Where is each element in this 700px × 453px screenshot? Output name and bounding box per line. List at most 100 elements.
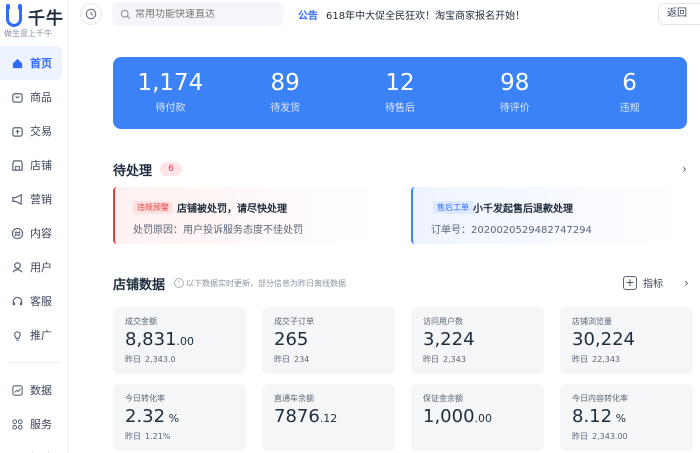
metric-value: 7876.12	[274, 407, 383, 429]
metrics-button[interactable]: + 指标	[623, 275, 663, 290]
stat-pending-aftersale[interactable]: 12 待售后	[343, 57, 458, 129]
sidebar-item-label: 交易	[30, 125, 52, 138]
yesterday-label: 昨日	[572, 355, 588, 364]
metric-value-dec: .12	[319, 412, 338, 425]
search-box[interactable]	[112, 2, 284, 26]
metric-value-int: 2.32	[125, 406, 166, 427]
metric-title: 成交金额	[125, 317, 157, 326]
stat-value: 12	[385, 70, 415, 96]
stat-value: 98	[500, 70, 530, 96]
sidebar-item-label: 内容	[30, 227, 52, 240]
sidebar-item-label: 营销	[30, 193, 52, 206]
stat-pending-payment[interactable]: 1,174 待付款	[113, 57, 228, 129]
metric-card-visitors[interactable]: 访问用户数 3,224 昨日 2,343	[411, 307, 544, 374]
metric-yesterday: 昨日 2,343.0	[125, 354, 234, 365]
sidebar-item-services[interactable]: 服务	[0, 407, 68, 441]
sidebar-item-label: 服务	[30, 418, 52, 431]
metric-value-int: 30,224	[572, 329, 635, 350]
metric-title: 访问用户数	[423, 317, 463, 326]
pending-count-badge: 6	[160, 162, 182, 176]
metric-card-gmv[interactable]: 成交金额 8,831.00 昨日 2,343.0	[113, 307, 246, 374]
metric-value-int: 1,000	[423, 406, 475, 427]
stat-value: 89	[270, 70, 300, 96]
metric-value-int: 3,224	[423, 329, 475, 350]
metric-yesterday: 昨日 2,343	[423, 354, 532, 365]
brand-slogan: 做生意上千牛	[4, 29, 52, 38]
sidebar: 千牛 做生意上千牛 首页 商品 交易 店铺 营销 内容 用户 客服 推广 数据 …	[0, 0, 68, 453]
metric-value: 265	[274, 330, 383, 352]
chevron-right-icon[interactable]: ›	[684, 276, 689, 290]
sidebar-item-data[interactable]: 数据	[0, 373, 68, 407]
stat-label: 待评价	[499, 103, 530, 114]
sidebar-divider	[8, 362, 60, 363]
task-detail: 订单号：2020020529482747294	[431, 225, 592, 236]
metric-card-pageviews[interactable]: 店铺浏览量 30,224 昨日 22,343	[560, 307, 693, 374]
top-bar: 公告 618年中大促全民狂欢！淘宝商家报名开始！ 返回	[68, 0, 700, 30]
pending-task-aftersale[interactable]: 售后工单 小千发起售后退款处理 订单号：2020020529482747294	[411, 187, 681, 244]
history-button[interactable]	[80, 3, 102, 25]
metric-value-int: 7876	[274, 406, 320, 427]
metric-yesterday: 昨日 1.21%	[125, 431, 234, 442]
back-button[interactable]: 返回	[658, 3, 700, 25]
sidebar-item-promotion[interactable]: 推广	[0, 318, 68, 352]
notice-text[interactable]: 618年中大促全民狂欢！淘宝商家报名开始！	[326, 7, 525, 22]
metric-title: 今日内容转化率	[572, 394, 628, 403]
task-title: 店铺被处罚，请尽快处理	[177, 204, 287, 215]
sidebar-item-service[interactable]: 客服	[0, 284, 68, 318]
sidebar-item-content[interactable]: 内容	[0, 216, 68, 250]
metric-title: 成交子订单	[274, 317, 314, 326]
metric-title: 保证金余额	[423, 394, 463, 403]
task-detail: 处罚原因：用户投诉服务态度不佳处罚	[133, 225, 303, 236]
user-icon	[10, 260, 24, 274]
metric-card-conversion[interactable]: 今日转化率 2.32 % 昨日 1.21%	[113, 384, 246, 451]
bulb-icon	[10, 328, 24, 342]
sidebar-item-store[interactable]: 店铺	[0, 148, 68, 182]
search-input[interactable]	[135, 8, 275, 20]
metric-card-ad-balance[interactable]: 直通车余额 7876.12	[262, 384, 395, 451]
sidebar-item-marketing[interactable]: 营销	[0, 182, 68, 216]
sidebar-item-label: 商品	[30, 91, 52, 104]
sidebar-item-trade[interactable]: 交易	[0, 114, 68, 148]
metric-value: 3,224	[423, 330, 532, 352]
stat-value: 6	[622, 70, 637, 96]
metrics-label: 指标	[643, 279, 663, 290]
plus-icon: +	[623, 275, 637, 290]
metric-value: 2.32 %	[125, 407, 234, 429]
clock-icon	[85, 8, 97, 20]
stat-label: 待付款	[155, 103, 186, 114]
task-tag: 售后工单	[433, 201, 473, 214]
yesterday-value: 2,343	[443, 355, 466, 364]
notice-tag: 公告	[298, 11, 318, 22]
metric-title: 直通车余额	[274, 394, 314, 403]
metric-card-deposit[interactable]: 保证金余额 1,000.00	[411, 384, 544, 451]
sidebar-item-goods[interactable]: 商品	[0, 80, 68, 114]
stat-value: 1,174	[137, 70, 204, 96]
stat-label: 违规	[619, 103, 640, 114]
stat-violations[interactable]: 6 违规	[572, 57, 687, 129]
metric-value-int: 8,831	[125, 329, 177, 350]
logo-mark	[6, 3, 22, 27]
sidebar-item-home[interactable]: 首页	[0, 46, 62, 80]
stat-pending-review[interactable]: 98 待评价	[457, 57, 572, 129]
grid-icon	[10, 417, 24, 431]
metric-yesterday: 昨日 234	[274, 354, 383, 365]
chevron-right-icon[interactable]: ›	[682, 162, 687, 176]
sidebar-item-label: 客服	[30, 295, 52, 308]
sidebar-item-experience[interactable]: 经验	[0, 441, 68, 453]
metric-value-dec: %	[612, 412, 627, 425]
stat-label: 待发货	[270, 103, 301, 114]
metric-value-int: 8.12	[572, 406, 613, 427]
task-tag: 违规预警	[133, 201, 173, 214]
yesterday-value: 1.21%	[145, 432, 171, 441]
metric-card-suborders[interactable]: 成交子订单 265 昨日 234	[262, 307, 395, 374]
metric-value: 1,000.00	[423, 407, 532, 429]
logo[interactable]: 千牛	[6, 3, 64, 29]
sidebar-item-label: 首页	[30, 57, 52, 70]
stat-pending-shipment[interactable]: 89 待发货	[228, 57, 343, 129]
pending-task-violation[interactable]: 违规预警 店铺被处罚，请尽快处理 处罚原因：用户投诉服务态度不佳处罚	[113, 187, 379, 244]
sidebar-item-user[interactable]: 用户	[0, 250, 68, 284]
store-data-title: 店铺数据	[113, 278, 166, 293]
metric-card-content-conversion[interactable]: 今日内容转化率 8.12 % 昨日 2,343.00	[560, 384, 693, 451]
brand-name: 千牛	[28, 9, 64, 29]
yesterday-label: 昨日	[423, 355, 439, 364]
